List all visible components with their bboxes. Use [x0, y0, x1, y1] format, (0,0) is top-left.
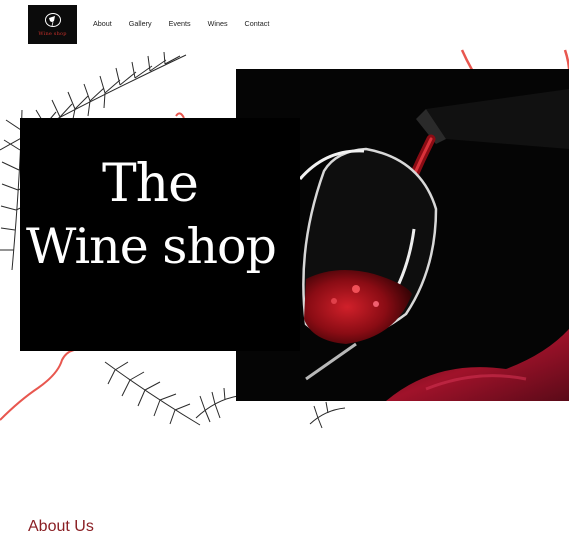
logo-text: Wine shop: [38, 31, 67, 37]
about-heading: About Us: [28, 518, 94, 535]
pine-branch-icon: [195, 387, 239, 423]
hero-title-box: The Wine shop: [20, 118, 300, 351]
nav-link-about[interactable]: About: [93, 19, 112, 28]
hero-title-line-1: The: [102, 154, 199, 214]
nav-link-gallery[interactable]: Gallery: [129, 19, 152, 28]
red-line-doodle: [0, 349, 75, 421]
wine-glass-logo-icon: [44, 13, 61, 27]
nav-link-wines[interactable]: Wines: [208, 19, 228, 28]
pine-branch-icon: [104, 361, 201, 426]
main-nav: About Gallery Events Wines Contact: [93, 19, 269, 28]
pine-branch-icon: [309, 401, 346, 429]
nav-link-contact[interactable]: Contact: [245, 19, 270, 28]
site-logo[interactable]: Wine shop: [28, 5, 77, 44]
page: Wine shop About Gallery Events Wines Con…: [0, 0, 569, 560]
nav-link-events[interactable]: Events: [169, 19, 191, 28]
hero-title-line-2: Wine shop: [26, 218, 277, 275]
